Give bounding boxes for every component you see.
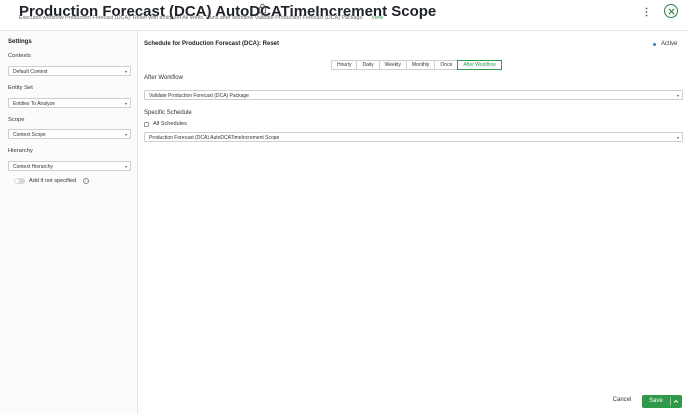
specific-schedule-value: Production Forecast (DCA) AutoDCATimeInc…	[149, 135, 280, 141]
chevron-down-icon	[677, 136, 679, 139]
info-icon[interactable]: i	[83, 178, 89, 184]
specific-schedule-select[interactable]: Production Forecast (DCA) AutoDCATimeInc…	[144, 132, 683, 142]
save-button[interactable]: Save	[642, 395, 682, 408]
settings-title: Settings	[8, 39, 32, 45]
scope-select[interactable]: Context Scope	[8, 129, 131, 139]
chevron-down-icon	[125, 133, 127, 136]
cancel-button[interactable]: Cancel	[607, 394, 637, 407]
hierarchy-select[interactable]: Context Hierarchy	[8, 161, 131, 171]
all-schedules-checkbox[interactable]	[144, 122, 149, 127]
chevron-down-icon	[125, 70, 127, 73]
specific-schedule-label: Specific Schedule	[144, 110, 192, 116]
lock-icon	[258, 3, 267, 14]
view-link[interactable]: View	[371, 15, 383, 21]
tab-monthly[interactable]: Monthly	[406, 61, 436, 69]
chevron-up-icon[interactable]	[673, 399, 679, 404]
close-button[interactable]	[664, 4, 678, 18]
tab-weekly[interactable]: Weekly	[379, 61, 407, 69]
add-if-not-specified-toggle[interactable]	[14, 178, 25, 184]
hierarchy-label: Hierarchy	[8, 148, 33, 154]
schedule-panel: Schedule for Production Forecast (DCA): …	[139, 31, 688, 414]
after-workflow-select[interactable]: Validate Production Forecast (DCA) Packa…	[144, 90, 683, 100]
tab-once[interactable]: Once	[435, 61, 459, 69]
chevron-down-icon	[677, 94, 679, 97]
scope-label: Scope	[8, 117, 25, 123]
entity-set-select[interactable]: Entities To Analyze	[8, 98, 131, 108]
entity-set-value: Entities To Analyze	[13, 101, 55, 107]
status-label: Active	[661, 41, 678, 47]
more-options-icon[interactable]	[644, 7, 649, 17]
save-label: Save	[649, 398, 663, 404]
after-workflow-value: Validate Production Forecast (DCA) Packa…	[149, 93, 249, 99]
entity-set-label: Entity Set	[8, 85, 33, 91]
tab-after-workflow[interactable]: After Workflow	[457, 60, 502, 70]
subtitle-text: Executes workflow Production Forecast (D…	[19, 15, 364, 21]
contexts-select[interactable]: Default Context	[8, 66, 131, 76]
settings-panel: Settings Contexts Default Context Entity…	[0, 31, 138, 414]
header: Production Forecast (DCA) AutoDCATimeInc…	[0, 0, 688, 30]
save-divider	[670, 397, 671, 406]
hierarchy-value: Context Hierarchy	[13, 164, 54, 170]
contexts-value: Default Context	[13, 69, 48, 75]
chevron-down-icon	[125, 165, 127, 168]
contexts-label: Contexts	[8, 53, 31, 59]
chevron-down-icon	[125, 102, 127, 105]
frequency-tabs: Hourly Daily Weekly Monthly Once After W…	[331, 60, 502, 70]
tab-hourly[interactable]: Hourly	[332, 61, 358, 69]
page-subtitle: Executes workflow Production Forecast (D…	[19, 15, 383, 21]
status-dot-icon	[653, 43, 656, 46]
scope-value: Context Scope	[13, 132, 46, 138]
all-schedules-label: All Schedules	[153, 121, 187, 127]
schedule-title: Schedule for Production Forecast (DCA): …	[144, 41, 280, 47]
after-workflow-label: After Workflow	[144, 75, 183, 81]
add-if-not-specified-label: Add if not specified	[29, 178, 77, 184]
close-icon	[667, 7, 675, 15]
tab-daily[interactable]: Daily	[357, 61, 380, 69]
